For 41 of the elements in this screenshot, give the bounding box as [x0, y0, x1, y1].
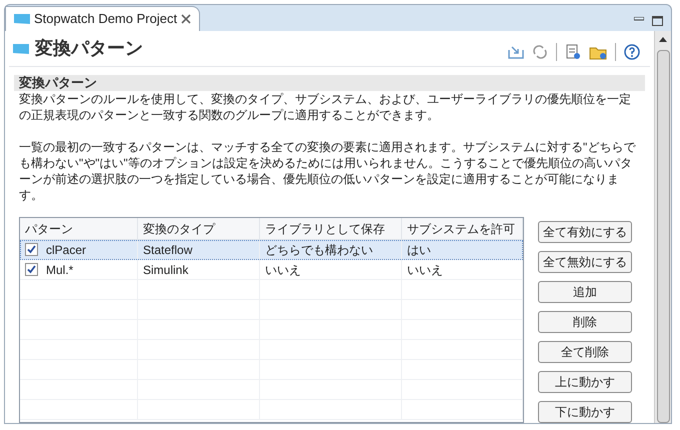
description-text: 一覧の最初の一致するパターンは、マッチする全ての変換の要素に適用されます。サブシステムに対する"どちらでも構わない"や"はい"等のオプションは設定を決めるためには用いられません。こうすることで優先順位の高いパターンが前述の選択肢の一つを指定している場合、優先順位の低いパターンを設定に適用することが可能になります。 [19, 139, 637, 203]
document-icon[interactable] [565, 44, 581, 60]
table-row[interactable]: clPacer Stateflow どちらでも構わない はい [20, 240, 523, 260]
column-header[interactable]: パターン [20, 218, 138, 239]
close-icon[interactable] [181, 14, 192, 24]
tab-label: Stopwatch Demo Project [34, 10, 178, 28]
action-button[interactable]: 下に動かす [538, 401, 632, 423]
action-button[interactable]: 上に動かす [538, 371, 632, 393]
column-header[interactable]: 変換のタイプ [138, 218, 260, 239]
table-cell-text: clPacer [46, 242, 86, 258]
editor-tab[interactable]: Stopwatch Demo Project [5, 6, 200, 31]
folder-icon [14, 13, 30, 25]
checkbox[interactable] [25, 243, 38, 256]
table-cell: Simulink [138, 260, 260, 279]
table-cell: どちらでも構わない [260, 240, 402, 259]
table-row[interactable]: Mul.* Simulink いいえ いいえ [20, 260, 523, 280]
action-button[interactable]: 追加 [538, 281, 632, 303]
import-icon[interactable] [508, 44, 524, 58]
table-cell: はい [402, 240, 523, 259]
table-cell: いいえ [402, 260, 523, 279]
column-header[interactable]: サブシステムを許可 [402, 218, 523, 239]
table-cell: Stateflow [138, 240, 260, 259]
help-icon[interactable] [624, 44, 640, 60]
description-text: 変換パターンのルールを使用して、変換のタイプ、サブシステム、および、ユーザーライブラリの優先順位を一定の正規表現のパターンと一致する関数のグループに適用することができます。 [19, 91, 632, 123]
scroll-up-icon[interactable] [659, 37, 667, 42]
table-cell: いいえ [260, 260, 402, 279]
minimize-icon[interactable] [634, 17, 644, 21]
action-button[interactable]: 削除 [538, 311, 632, 333]
folder-icon [13, 42, 29, 54]
maximize-icon[interactable] [652, 16, 663, 26]
table-cell-text: Mul.* [46, 262, 74, 278]
column-header[interactable]: ライブラリとして保存 [260, 218, 402, 239]
action-button[interactable]: 全て有効にする [538, 221, 632, 243]
scroll-thumb[interactable] [656, 50, 670, 423]
scrollbar[interactable] [654, 31, 671, 423]
action-button[interactable]: 全て無効にする [538, 251, 632, 273]
action-button[interactable]: 全て削除 [538, 341, 632, 363]
section-title: 変換パターン [14, 75, 645, 91]
sync-icon[interactable] [532, 44, 548, 60]
checkbox[interactable] [25, 263, 38, 276]
page-title: 変換パターン [35, 37, 143, 60]
